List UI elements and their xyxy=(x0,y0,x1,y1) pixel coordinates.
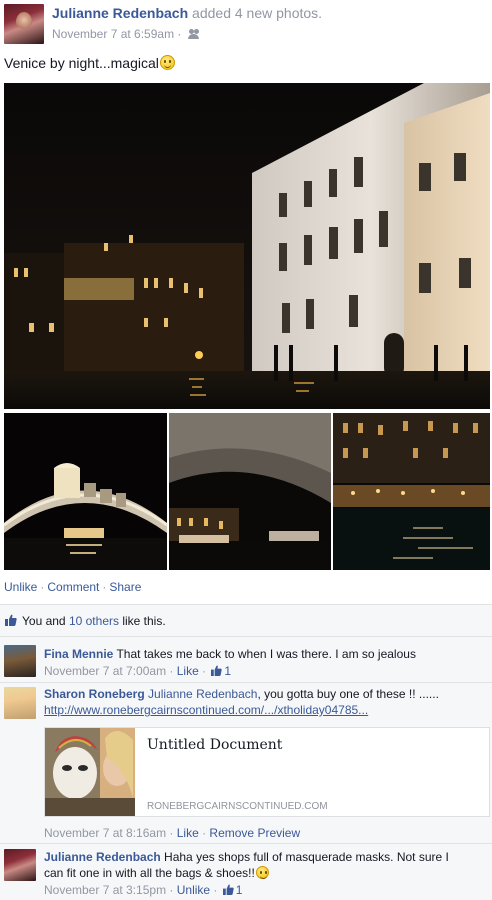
comment-meta: November 7 at 8:16am · Like · Remove Pre… xyxy=(44,826,301,840)
comment-like-count[interactable]: 1 xyxy=(224,664,231,678)
action-separator: · xyxy=(40,580,45,594)
commenter-name-link[interactable]: Julianne Redenbach xyxy=(44,850,161,864)
share-link[interactable]: Share xyxy=(109,580,141,594)
link-preview-title[interactable]: Untitled Document xyxy=(147,737,282,753)
comment-meta: November 7 at 7:00am · Like · 1 xyxy=(44,664,232,678)
comment-link[interactable]: Comment xyxy=(47,580,99,594)
commenter-name-link[interactable]: Fina Mennie xyxy=(44,647,113,661)
smiley-emoticon-icon xyxy=(159,55,175,70)
commenter-name-link[interactable]: Sharon Roneberg xyxy=(44,687,145,701)
link-preview-image[interactable] xyxy=(45,728,135,816)
commenter-avatar[interactable] xyxy=(4,849,36,881)
comment-item: Julianne Redenbach Haha yes shops full o… xyxy=(0,843,492,900)
comment-timestamp-link[interactable]: November 7 at 7:00am xyxy=(44,664,166,678)
comment-meta: November 7 at 3:15pm · Unlike · 1 xyxy=(44,883,243,897)
commenter-avatar[interactable] xyxy=(4,645,36,677)
friends-icon[interactable] xyxy=(187,29,200,39)
status-text: Venice by night...magical xyxy=(4,55,159,71)
author-name-link[interactable]: Julianne Redenbach xyxy=(52,5,188,21)
likes-suffix: like this. xyxy=(119,614,166,628)
likes-text: You and 10 others like this. xyxy=(22,614,166,628)
photo-main-palazzo[interactable] xyxy=(4,83,490,409)
comment-timestamp-link[interactable]: November 7 at 8:16am xyxy=(44,826,166,840)
author-avatar[interactable] xyxy=(4,4,44,44)
comment-url-link[interactable]: http://www.ronebergcairnscontinued.com/.… xyxy=(44,703,368,717)
post-meta: November 7 at 6:59am · xyxy=(52,27,200,41)
mention-link[interactable]: Julianne Redenbach xyxy=(148,687,257,701)
comment-like-link[interactable]: Like xyxy=(177,664,199,678)
meta-separator: · xyxy=(177,27,182,41)
thumbs-up-icon xyxy=(5,614,17,626)
thumbs-up-icon xyxy=(211,665,223,676)
comment-timestamp-link[interactable]: November 7 at 3:15pm xyxy=(44,883,166,897)
remove-preview-link[interactable]: Remove Preview xyxy=(209,826,300,840)
comment-text: , you gotta buy one of these !! ...... xyxy=(257,687,439,701)
photo-under-bridge[interactable] xyxy=(169,413,331,570)
post-action-text: added 4 new photos. xyxy=(192,5,323,21)
comment-url-line: http://www.ronebergcairnscontinued.com/.… xyxy=(44,702,484,718)
commenter-avatar[interactable] xyxy=(4,687,36,719)
comment-like-link[interactable]: Like xyxy=(177,826,199,840)
likes-prefix: You and xyxy=(22,614,69,628)
author-line: Julianne Redenbach added 4 new photos. xyxy=(52,5,322,21)
photo-rialto-bridge[interactable] xyxy=(4,413,167,570)
wink-emoticon-icon xyxy=(255,866,269,879)
comment-body: Julianne Redenbach Haha yes shops full o… xyxy=(44,849,464,898)
likes-others-link[interactable]: 10 others xyxy=(69,614,119,628)
post-timestamp-link[interactable]: November 7 at 6:59am xyxy=(52,27,174,41)
unlike-link[interactable]: Unlike xyxy=(4,580,37,594)
post-header: Julianne Redenbach added 4 new photos. N… xyxy=(0,0,492,48)
action-separator: · xyxy=(102,580,107,594)
post-status: Venice by night...magical xyxy=(4,55,175,71)
link-preview-domain: RONEBERGCAIRNSCONTINUED.COM xyxy=(147,801,328,812)
comment-item: Fina Mennie That takes me back to when I… xyxy=(0,636,492,682)
photo-canal-night[interactable] xyxy=(333,413,490,570)
thumbs-up-icon xyxy=(222,884,234,895)
comment-unlike-link[interactable]: Unlike xyxy=(177,883,210,897)
post-action-bar: Unlike · Comment · Share xyxy=(4,580,141,594)
comment-body: Sharon Roneberg Julianne Redenbach, you … xyxy=(44,686,484,718)
comment-text: That takes me back to when I was there. … xyxy=(116,647,416,661)
comment-body: Fina Mennie That takes me back to when I… xyxy=(44,646,484,679)
comment-like-count[interactable]: 1 xyxy=(236,883,243,897)
link-preview-card[interactable]: Untitled Document RONEBERGCAIRNSCONTINUE… xyxy=(44,727,490,817)
likes-summary: You and 10 others like this. xyxy=(0,604,492,634)
